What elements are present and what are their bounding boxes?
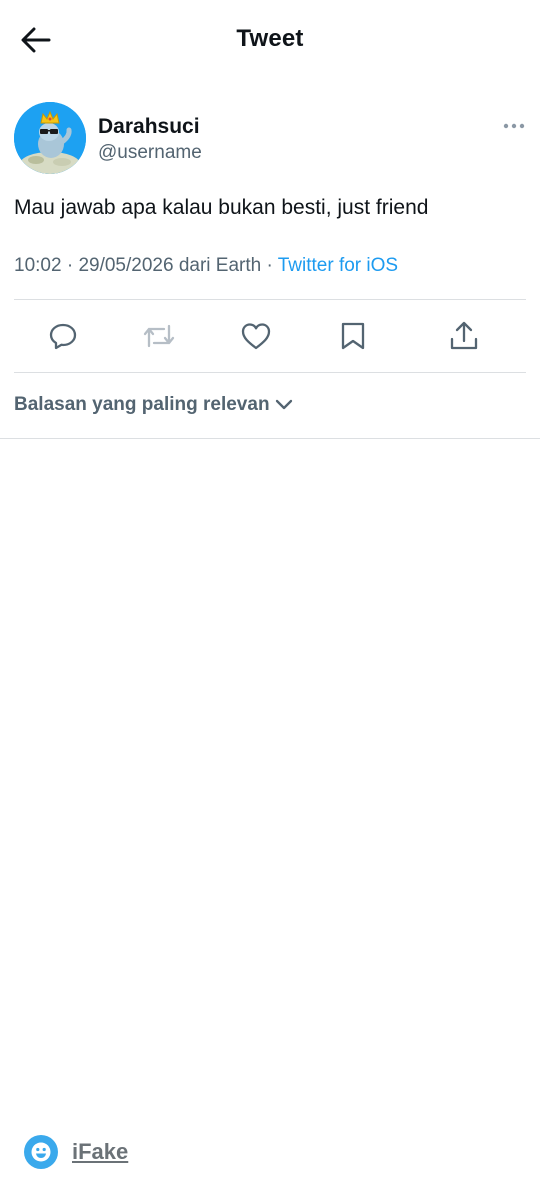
retweet-icon — [143, 324, 175, 348]
tweet-source-link[interactable]: Twitter for iOS — [278, 255, 398, 276]
display-name[interactable]: Darahsuci — [98, 115, 200, 139]
divider — [14, 372, 526, 373]
smiley-icon — [24, 1135, 58, 1169]
tweet-author: Darahsuci @username — [14, 102, 526, 174]
section-divider — [0, 438, 540, 439]
tweet-time[interactable]: 10:02 — [14, 255, 62, 276]
share-icon — [450, 321, 478, 350]
chevron-down-icon — [274, 398, 294, 412]
tweet-metadata: 10:02 · 29/05/2026 dari Earth · Twitter … — [14, 253, 526, 279]
action-bar — [14, 300, 526, 372]
share-button[interactable] — [446, 318, 482, 354]
avatar[interactable] — [14, 102, 86, 174]
more-options-button[interactable] — [502, 114, 526, 138]
replies-sort-label: Balasan yang paling relevan — [14, 394, 270, 415]
meta-separator: · — [66, 255, 74, 276]
reply-icon — [49, 323, 77, 350]
retweet-button[interactable] — [141, 318, 177, 354]
more-dots-icon — [503, 123, 525, 129]
watermark-label: iFake — [72, 1139, 129, 1164]
tweet-text: Mau jawab apa kalau bukan besti, just fr… — [14, 196, 429, 219]
username[interactable]: @username — [98, 142, 202, 164]
bookmark-button[interactable] — [335, 318, 371, 354]
avatar-image — [14, 102, 86, 174]
heart-icon — [241, 323, 271, 350]
meta-separator: · — [266, 255, 273, 276]
reply-button[interactable] — [45, 318, 81, 354]
tweet-location: dari Earth — [178, 255, 262, 276]
replies-sort-dropdown[interactable]: Balasan yang paling relevan — [14, 394, 294, 416]
like-button[interactable] — [238, 318, 274, 354]
page-title: Tweet — [236, 25, 304, 52]
top-bar: Tweet — [0, 0, 540, 80]
bookmark-icon — [341, 322, 365, 350]
watermark: iFake — [24, 1135, 128, 1169]
tweet-date[interactable]: 29/05/2026 — [78, 255, 173, 276]
